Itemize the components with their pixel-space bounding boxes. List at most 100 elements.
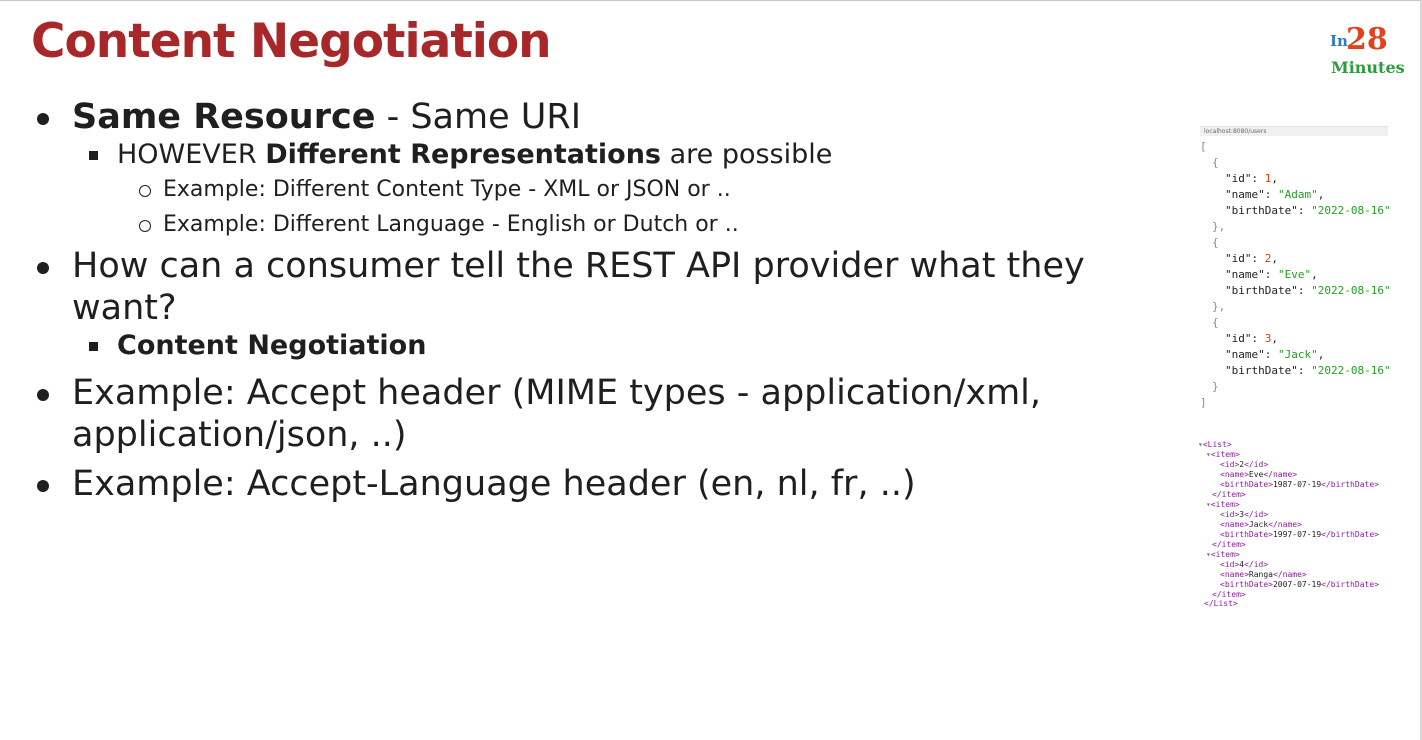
url-text: localhost:8080/users: [1204, 128, 1267, 135]
json-key: "birthDate": [1225, 364, 1298, 377]
browser-url-bar: localhost:8080/users: [1200, 126, 1388, 136]
json-string-value: "Adam": [1278, 188, 1318, 201]
xml-tag: <item>: [1210, 450, 1240, 459]
bullet-list: Same Resource - Same URI HOWEVER Differe…: [36, 96, 1142, 505]
xml-list-close: </List>: [1204, 599, 1238, 609]
xml-birthdate-line: <birthDate>1997-07-19</birthDate>: [1220, 530, 1379, 540]
json-key: "birthDate": [1225, 204, 1298, 217]
bullet-accept-header: Example: Accept header (MIME types - app…: [36, 372, 1142, 456]
xml-tag: </name>: [1273, 570, 1307, 579]
json-number-value: 2: [1264, 252, 1272, 265]
in28minutes-logo: In 28 Minutes: [1330, 22, 1405, 78]
json-key: "id": [1225, 332, 1252, 345]
xml-item-open: ▾<item>: [1206, 450, 1240, 460]
xml-item-close: </item>: [1212, 490, 1246, 500]
xml-item-close: </item>: [1212, 590, 1246, 600]
xml-value: Jack: [1248, 520, 1269, 529]
json-string-value: "2022-08-16": [1311, 284, 1391, 297]
xml-tag: </item>: [1212, 540, 1246, 549]
json-number-value: 3: [1264, 332, 1272, 345]
xml-tag: <id>: [1220, 560, 1240, 569]
xml-item-open: ▾<item>: [1206, 500, 1240, 510]
xml-birthdate-line: <birthDate>1987-07-19</birthDate>: [1220, 480, 1379, 490]
xml-tag: </id>: [1244, 460, 1269, 469]
top-border: [0, 0, 1422, 1]
json-id-line: "id": 2,: [1225, 252, 1278, 265]
json-key: "name": [1225, 268, 1265, 281]
json-string-value: "2022-08-16": [1311, 364, 1391, 377]
json-object-open: {: [1212, 156, 1219, 169]
xml-tag: <name>: [1220, 570, 1249, 579]
json-birthdate-line: "birthDate": "2022-08-16": [1225, 284, 1391, 297]
json-key: "id": [1225, 172, 1252, 185]
sub-bullet-suffix: are possible: [661, 139, 833, 170]
xml-tag: <birthDate>: [1220, 580, 1273, 589]
json-string-value: "Eve": [1278, 268, 1312, 281]
bullet-consumer-question: How can a consumer tell the REST API pro…: [36, 245, 1142, 329]
slide-title: Content Negotiation: [31, 14, 552, 69]
sub-bullet-representations: HOWEVER Different Representations are po…: [36, 138, 1142, 172]
sub-bullet-bold-text: Different Representations: [265, 139, 661, 170]
xml-tag: </List>: [1204, 599, 1238, 608]
xml-item-close: </item>: [1212, 540, 1246, 550]
xml-tag: </name>: [1268, 520, 1302, 529]
json-key: "name": [1225, 188, 1265, 201]
json-response-preview: localhost:8080/users [ ] { "id": 1, "name"…: [1200, 126, 1391, 416]
xml-value: 2007-07-19: [1272, 580, 1322, 589]
bullet-line-1: Example: Accept header (MIME types - app…: [72, 373, 1042, 413]
json-key: "name": [1225, 348, 1265, 361]
json-close-bracket: ]: [1200, 396, 1207, 409]
json-name-line: "name": "Eve",: [1225, 268, 1318, 281]
json-open-bracket: [: [1200, 140, 1207, 153]
bullet-accept-language: Example: Accept-Language header (en, nl,…: [36, 463, 1142, 505]
logo-minutes-text: Minutes: [1331, 58, 1405, 77]
xml-name-line: <name>Jack</name>: [1220, 520, 1302, 530]
logo-number-text: 28: [1346, 22, 1388, 57]
json-name-line: "name": "Jack",: [1225, 348, 1325, 361]
json-id-line: "id": 3,: [1225, 332, 1278, 345]
xml-value: Ranga: [1248, 570, 1273, 579]
xml-response-preview: ▾<List> </List> ▾<item> <id>2</id> <name>E…: [1198, 440, 1394, 610]
json-key: "birthDate": [1225, 284, 1298, 297]
xml-item-open: ▾<item>: [1206, 550, 1240, 560]
xml-tag: </name>: [1263, 470, 1298, 479]
xml-tag: <item>: [1210, 500, 1240, 509]
xml-value: 1997-07-19: [1272, 530, 1322, 539]
json-string-value: "Jack": [1278, 348, 1318, 361]
bullet-line-1: How can a consumer tell the REST API pro…: [72, 246, 1085, 286]
xml-name-line: <name>Ranga</name>: [1220, 570, 1307, 580]
xml-tag: </id>: [1244, 510, 1269, 519]
json-object-close: },: [1212, 220, 1226, 233]
xml-tag: </birthDate>: [1321, 580, 1379, 589]
bullet-bold-text: Same Resource: [72, 97, 376, 137]
xml-value: Eve: [1248, 470, 1264, 479]
xml-tag: <name>: [1220, 470, 1249, 479]
xml-tag: </item>: [1212, 590, 1246, 599]
json-object-open: {: [1212, 316, 1219, 329]
sub-bullet-bold-text: Content Negotiation: [117, 330, 427, 361]
xml-tag: <id>: [1220, 510, 1240, 519]
json-object-open: {: [1212, 236, 1219, 249]
xml-tag: <name>: [1220, 520, 1249, 529]
json-object-close: }: [1212, 380, 1219, 393]
sub-bullet-content-negotiation: Content Negotiation: [36, 329, 1142, 363]
xml-tag: <List>: [1202, 440, 1232, 449]
json-birthdate-line: "birthDate": "2022-08-16": [1225, 204, 1391, 217]
bullet-line-2: want?: [72, 288, 177, 328]
xml-tag: </item>: [1212, 490, 1246, 499]
json-id-line: "id": 1,: [1225, 172, 1278, 185]
xml-tag: <item>: [1210, 550, 1240, 559]
xml-value: 1987-07-19: [1272, 480, 1322, 489]
xml-tag: </birthDate>: [1321, 530, 1379, 539]
xml-tag: </id>: [1244, 560, 1269, 569]
xml-tag: <id>: [1220, 460, 1240, 469]
json-object-close: },: [1212, 300, 1226, 313]
xml-list-open: ▾<List>: [1198, 440, 1232, 450]
json-key: "id": [1225, 252, 1252, 265]
json-number-value: 1: [1264, 172, 1272, 185]
xml-id-line: <id>2</id>: [1220, 460, 1268, 470]
bullet-line-2: application/json, ..): [72, 415, 407, 455]
bullet-same-resource: Same Resource - Same URI: [36, 96, 1142, 138]
xml-id-line: <id>4</id>: [1220, 560, 1268, 570]
xml-name-line: <name>Eve</name>: [1220, 470, 1297, 480]
